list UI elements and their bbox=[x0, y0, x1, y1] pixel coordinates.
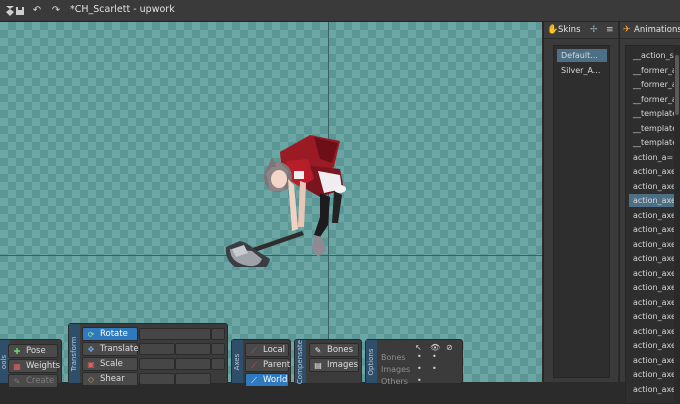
scale-y-field[interactable] bbox=[175, 358, 211, 370]
names-column-icon: ⊘ bbox=[446, 343, 453, 352]
scale-icon: ▣ bbox=[87, 360, 95, 369]
rotate-icon: ⟳ bbox=[87, 330, 95, 339]
animation-item[interactable]: __former_act bbox=[629, 93, 680, 106]
rotate-button[interactable]: ⟳ Rotate bbox=[82, 327, 138, 341]
animation-item[interactable]: action_axe-f bbox=[629, 339, 680, 352]
tools-group: ools ✚ Pose ▦ Weights ✎ Create bbox=[0, 339, 62, 388]
animation-item[interactable]: action_axe-d bbox=[629, 238, 680, 251]
character-sprite[interactable] bbox=[222, 127, 352, 267]
translate-y-field[interactable] bbox=[175, 343, 211, 355]
animation-item[interactable]: action_axe-f bbox=[629, 296, 680, 309]
pin-icon[interactable]: ✢ bbox=[590, 25, 598, 35]
translate-button[interactable]: ✥ Translate bbox=[82, 342, 139, 356]
scale-button[interactable]: ▣ Scale bbox=[82, 357, 138, 371]
visibility-column-icon: 👁 bbox=[430, 343, 441, 352]
animations-panel-title: Animations bbox=[634, 25, 680, 35]
world-axes-button[interactable]: ⟋ World bbox=[245, 373, 289, 387]
pose-button[interactable]: ✚ Pose bbox=[8, 344, 58, 358]
compensate-group-label: Compensate bbox=[295, 339, 306, 384]
shear-y-field[interactable] bbox=[175, 373, 211, 385]
compensate-bones-button[interactable]: ✎ Bones bbox=[309, 343, 359, 357]
scale-lock-icon[interactable] bbox=[211, 358, 225, 370]
window-title: *CH_Scarlett - upwork bbox=[70, 4, 175, 15]
skins-panel-icon: ✋ bbox=[547, 25, 559, 35]
shear-icon: ◇ bbox=[87, 375, 95, 384]
transform-group-label: Transform bbox=[69, 324, 80, 383]
animation-item[interactable]: __former_act bbox=[629, 64, 680, 77]
scale-x-field[interactable] bbox=[139, 358, 175, 370]
pose-icon: ✚ bbox=[13, 347, 21, 356]
weights-icon: ▦ bbox=[13, 362, 21, 371]
animations-panel: ✈ Animations __action_spe __former_act __f… bbox=[619, 22, 680, 404]
parent-axes-button[interactable]: ⟋ Parent bbox=[245, 358, 290, 372]
shear-button[interactable]: ◇ Shear bbox=[82, 372, 138, 386]
animations-panel-header: ✈ Animations bbox=[620, 22, 680, 39]
undo-icon[interactable]: ↶ bbox=[31, 5, 43, 17]
panel-menu-icon[interactable]: ≡ bbox=[606, 25, 614, 35]
animation-item[interactable]: action_axe-f bbox=[629, 310, 680, 323]
animation-item[interactable]: action_axe-d bbox=[629, 281, 680, 294]
save-icon[interactable] bbox=[14, 5, 26, 17]
animation-item[interactable]: action_axe-d bbox=[629, 194, 680, 207]
animation-item[interactable]: action_axe-b bbox=[629, 165, 680, 178]
animation-item[interactable]: action_axe-ir bbox=[629, 383, 680, 396]
select-column-icon: ↖ bbox=[415, 343, 422, 352]
options-group: Options ↖ 👁 ⊘ Bones • • Images • • Other… bbox=[365, 339, 463, 386]
axes-group-label: Axes bbox=[232, 340, 243, 383]
skin-item[interactable]: Default... bbox=[557, 49, 607, 62]
option-bones-select-toggle[interactable]: • bbox=[417, 352, 422, 361]
animation-item[interactable]: action_axe-ir bbox=[629, 354, 680, 367]
redo-icon[interactable]: ↷ bbox=[50, 5, 62, 17]
transform-group: Transform ⟳ Rotate ✥ Translate ▣ Scale ◇ She… bbox=[68, 323, 228, 386]
world-axes-icon: ⟋ bbox=[251, 376, 257, 385]
animation-item[interactable]: action_a==== bbox=[629, 151, 680, 164]
options-group-label: Options bbox=[366, 340, 377, 383]
animations-scrollbar[interactable] bbox=[674, 45, 680, 404]
option-images-select-toggle[interactable]: • bbox=[417, 364, 422, 373]
skins-panel-title: Skins bbox=[558, 25, 581, 35]
title-bar: ↶ ↷ *CH_Scarlett - upwork bbox=[0, 0, 680, 22]
option-images-visibility-toggle[interactable]: • bbox=[432, 364, 437, 373]
animation-item[interactable]: action_axe-d bbox=[629, 209, 680, 222]
translate-lock-icon[interactable] bbox=[211, 343, 225, 355]
animation-item[interactable]: __action_spe bbox=[629, 49, 680, 62]
rotate-lock-icon[interactable] bbox=[211, 328, 225, 340]
translate-x-field[interactable] bbox=[139, 343, 175, 355]
skin-item[interactable]: Silver_A... bbox=[557, 64, 607, 77]
animation-item[interactable]: action_axe-ir bbox=[629, 368, 680, 381]
animation-item[interactable]: __former_act bbox=[629, 78, 680, 91]
animation-item[interactable]: __template_a bbox=[629, 122, 680, 135]
skins-list: Default... Silver_A... bbox=[553, 45, 610, 378]
animations-list: __action_spe __former_act __former_act __fo… bbox=[625, 45, 680, 404]
skins-panel-header: ✋ Skins ✢ ≡ bbox=[544, 22, 618, 39]
animation-item[interactable]: __template_a bbox=[629, 107, 680, 120]
option-bones-visibility-toggle[interactable]: • bbox=[432, 352, 437, 361]
local-axes-icon: ⟋ bbox=[251, 346, 257, 355]
skins-panel: ✋ Skins ✢ ≡ Default... Silver_A... bbox=[543, 22, 618, 382]
translate-icon: ✥ bbox=[87, 345, 95, 354]
local-axes-button[interactable]: ⟋ Local bbox=[245, 343, 289, 357]
shear-x-field[interactable] bbox=[139, 373, 175, 385]
option-bones-label: Bones bbox=[381, 353, 406, 362]
animation-item[interactable]: action_axe-d bbox=[629, 267, 680, 280]
rotate-value-field[interactable] bbox=[139, 328, 211, 340]
create-button[interactable]: ✎ Create bbox=[8, 374, 58, 388]
compensate-images-button[interactable]: ▤ Images bbox=[309, 358, 359, 372]
animations-scroll-thumb[interactable] bbox=[675, 55, 679, 115]
axes-group: Axes ⟋ Local ⟋ Parent ⟋ World bbox=[231, 339, 291, 387]
animation-item[interactable]: action_axe-f bbox=[629, 325, 680, 338]
images-icon: ▤ bbox=[314, 361, 322, 370]
animations-panel-icon: ✈ bbox=[623, 25, 631, 35]
parent-axes-icon: ⟋ bbox=[251, 361, 257, 370]
option-others-select-toggle[interactable]: • bbox=[417, 376, 422, 385]
weights-button[interactable]: ▦ Weights bbox=[8, 359, 60, 373]
animation-item[interactable]: action_axe-d bbox=[629, 223, 680, 236]
animation-item[interactable]: __template_a bbox=[629, 136, 680, 149]
bones-icon: ✎ bbox=[314, 346, 322, 355]
animation-item[interactable]: action_axe-d bbox=[629, 252, 680, 265]
option-images-label: Images bbox=[381, 365, 411, 374]
animation-item[interactable]: action_axe-b bbox=[629, 180, 680, 193]
compensate-group: Compensate ✎ Bones ▤ Images bbox=[294, 339, 362, 384]
